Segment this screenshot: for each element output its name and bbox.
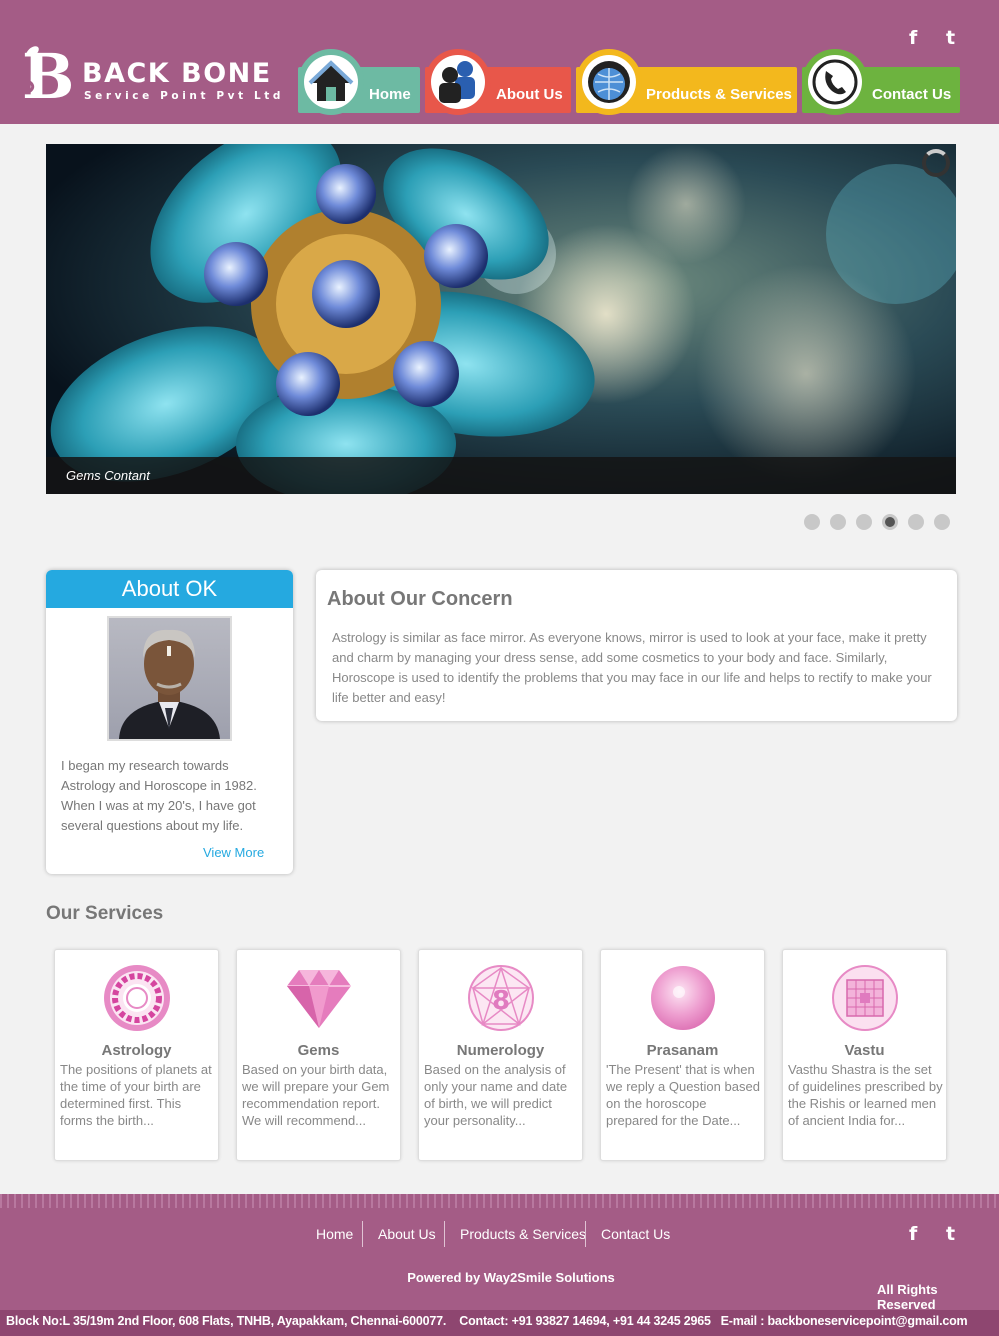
svg-text:8: 8 [492,986,510,1016]
nav-about[interactable]: About Us [425,49,571,115]
service-title: Vastu [844,1042,885,1059]
slider-dot-4[interactable] [882,514,898,530]
site-header: B BACK BONE Service Point Pvt Ltd f t Ho… [0,0,999,124]
slide-image-gems [46,144,956,494]
slide-caption-bar: Gems Contant [46,457,956,494]
footer-link-products[interactable]: Products & Services [460,1221,586,1247]
service-title: Gems [297,1042,340,1059]
brand-tagline: Service Point Pvt Ltd [84,90,285,102]
footer-divider [0,1194,999,1208]
concern-text: Astrology is similar as face mirror. As … [332,630,932,705]
about-card: About OK I began my research towards Ast… [46,570,293,874]
about-title: About OK [46,570,293,608]
rights-text: All Rights Reserved [877,1282,938,1312]
slider-dot-3[interactable] [856,514,872,530]
home-icon [298,49,364,115]
hero-slider[interactable]: Gems Contant [46,144,956,494]
gem-icon [287,970,351,1028]
brand-logo[interactable]: B BACK BONE Service Point Pvt Ltd [20,42,285,108]
service-card-numerology[interactable]: 8 Numerology Based on the analysis of on… [418,949,583,1161]
service-card-astrology[interactable]: Astrology The positions of planets at th… [54,949,219,1161]
nav-contact[interactable]: Contact Us [802,49,960,115]
service-card-vastu[interactable]: Vastu Vasthu Shastra is the set of guide… [782,949,947,1161]
services-title: Our Services [46,903,164,924]
phone-text: Contact: +91 93827 14694, +91 44 3245 29… [459,1314,711,1328]
globe-icon [576,49,642,115]
nav-about-label: About Us [496,86,563,103]
footer-twitter-icon[interactable]: t [946,1223,955,1245]
slider-dot-5[interactable] [908,514,924,530]
slider-loading-icon [922,149,950,177]
slider-dot-2[interactable] [830,514,846,530]
service-desc: Vasthu Shastra is the set of guidelines … [788,1062,943,1128]
view-more-link[interactable]: View More [203,845,264,860]
logo-b-icon: B [21,42,74,106]
service-title: Numerology [456,1042,545,1059]
concern-title: About Our Concern [327,588,513,610]
about-concern-card: About Our Concern Astrology is similar a… [316,570,957,721]
footer-facebook-icon[interactable]: f [909,1223,917,1245]
nav-products-label: Products & Services [646,86,792,103]
slider-dot-1[interactable] [804,514,820,530]
service-desc: 'The Present' that is when we reply a Qu… [606,1062,760,1128]
zodiac-wheel-icon [104,965,170,1031]
phone-icon [802,49,868,115]
brand-name: BACK BONE [82,58,272,89]
footer-link-about[interactable]: About Us [378,1221,436,1247]
nav-contact-label: Contact Us [872,86,952,103]
email-text[interactable]: E-mail : backboneservicepoint@gmail.com [721,1314,968,1328]
twitter-icon[interactable]: t [946,27,955,49]
slider-dot-6[interactable] [934,514,950,530]
founder-photo [107,616,232,741]
footer-link-home[interactable]: Home [316,1221,353,1247]
service-title: Astrology [101,1042,172,1059]
footer-separator [585,1221,586,1247]
slide-caption: Gems Contant [66,468,150,483]
nav-home-label: Home [369,86,411,103]
about-text: I began my research towards Astrology an… [61,758,257,833]
facebook-icon[interactable]: f [909,27,917,49]
numerology-icon: 8 [468,965,534,1031]
service-card-gems[interactable]: Gems Based on your birth data, we will p… [236,949,401,1161]
nav-home[interactable]: Home [298,49,420,115]
powered-by: Powered by Way2Smile Solutions [407,1270,615,1285]
service-desc: Based on the analysis of only your name … [424,1062,568,1128]
service-card-prasanam[interactable]: Prasanam 'The Present' that is when we r… [600,949,765,1161]
service-desc: The positions of planets at the time of … [60,1062,212,1128]
service-desc: Based on your birth data, we will prepar… [242,1062,390,1128]
footer-link-contact[interactable]: Contact Us [601,1221,670,1247]
contact-info: Block No:L 35/19m 2nd Floor, 608 Flats, … [6,1314,968,1328]
footer-separator [362,1221,363,1247]
vastu-grid-icon [832,965,898,1031]
address-text: Block No:L 35/19m 2nd Floor, 608 Flats, … [6,1314,447,1328]
footer-separator [444,1221,445,1247]
sphere-icon [651,966,715,1030]
users-icon [425,49,491,115]
service-title: Prasanam [646,1042,719,1059]
nav-products-services[interactable]: Products & Services [576,49,797,115]
